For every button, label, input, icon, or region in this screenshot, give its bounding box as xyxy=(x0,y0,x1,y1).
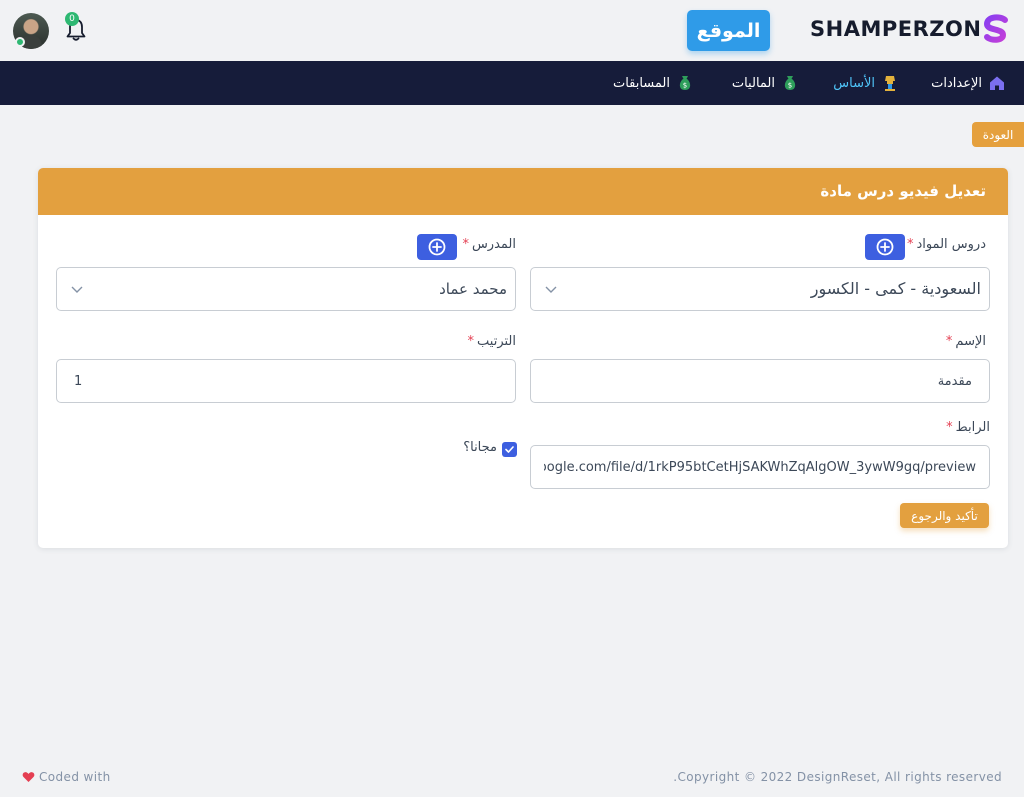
lessons-label: دروس المواد* xyxy=(907,237,986,252)
svg-text:$: $ xyxy=(788,82,792,90)
money-bag-icon: $ xyxy=(679,76,691,90)
link-field[interactable] xyxy=(530,445,990,489)
lessons-label-text: دروس المواد xyxy=(916,237,986,252)
confirm-and-return-button[interactable]: تأكيد والرجوع xyxy=(900,503,989,528)
required-mark: * xyxy=(467,334,475,349)
money-bag-icon: $ xyxy=(784,76,796,90)
name-field[interactable] xyxy=(530,359,990,403)
nav-item-settings[interactable]: الإعدادات xyxy=(931,61,1006,105)
heart-icon xyxy=(22,772,35,782)
link-input[interactable] xyxy=(531,446,989,488)
notification-count-badge: 0 xyxy=(65,12,79,26)
nav-label-finance: الماليات xyxy=(731,75,775,91)
svg-text:$: $ xyxy=(683,82,687,90)
name-label-text: الإسم xyxy=(955,334,986,349)
lessons-select-value: السعودية - كمى - الكسور xyxy=(810,279,981,298)
order-input[interactable] xyxy=(57,360,515,402)
add-teacher-button[interactable] xyxy=(417,234,457,260)
back-button[interactable]: العودة xyxy=(972,122,1024,147)
top-header: 0 الموقع SHAMPERZON xyxy=(0,0,1024,61)
chevron-down-icon xyxy=(545,286,557,293)
main-navbar: الإعدادات الأساس $ الماليات $ المسابقات xyxy=(0,61,1024,105)
required-mark: * xyxy=(946,420,953,435)
nav-item-basics[interactable]: الأساس xyxy=(833,61,899,105)
teacher-label-text: المدرس xyxy=(471,237,516,252)
home-icon xyxy=(990,76,1004,90)
order-label-text: الترتيب xyxy=(477,334,516,349)
teacher-label: المدرس* xyxy=(462,237,516,252)
plus-circle-icon xyxy=(876,238,894,256)
nav-label-basics: الأساس xyxy=(833,75,875,91)
name-input[interactable] xyxy=(531,360,989,402)
pharaoh-icon xyxy=(885,76,895,91)
form-title: تعديل فيديو درس مادة xyxy=(820,182,986,200)
nav-item-competitions[interactable]: $ المسابقات xyxy=(613,61,694,105)
teacher-select-value: محمد عماد xyxy=(439,280,507,298)
order-field[interactable] xyxy=(56,359,516,403)
required-mark: * xyxy=(462,237,469,252)
order-label: الترتيب* xyxy=(468,334,516,349)
free-label: مجانا؟ xyxy=(463,440,497,455)
required-mark: * xyxy=(906,237,914,252)
plus-circle-icon xyxy=(428,238,446,256)
free-checkbox[interactable] xyxy=(502,442,517,457)
nav-label-settings: الإعدادات xyxy=(931,75,982,91)
nav-item-finance[interactable]: $ الماليات xyxy=(732,61,799,105)
site-button[interactable]: الموقع xyxy=(687,10,770,51)
lessons-select[interactable]: السعودية - كمى - الكسور xyxy=(530,267,990,311)
link-label: الرابط* xyxy=(946,420,990,435)
brand-name: SHAMPERZON xyxy=(810,17,982,41)
online-status-dot xyxy=(15,37,25,47)
chevron-down-icon xyxy=(71,286,83,293)
teacher-select[interactable]: محمد عماد xyxy=(56,267,516,311)
name-label: الإسم* xyxy=(946,334,986,349)
nav-label-competitions: المسابقات xyxy=(612,75,670,91)
edit-video-form-card: تعديل فيديو درس مادة دروس المواد* السعود… xyxy=(38,168,1008,548)
required-mark: * xyxy=(945,334,953,349)
footer-coded-text: Coded with xyxy=(39,770,111,784)
brand-logo-icon[interactable] xyxy=(981,14,1011,46)
add-lesson-button[interactable] xyxy=(865,234,905,260)
link-label-text: الرابط xyxy=(955,420,990,435)
checkmark-icon xyxy=(505,446,514,453)
footer-copyright: Copyright © 2022 DesignReset, All rights… xyxy=(673,770,1002,784)
card-header: تعديل فيديو درس مادة xyxy=(38,168,1008,215)
footer-credit: Coded with xyxy=(22,770,111,784)
